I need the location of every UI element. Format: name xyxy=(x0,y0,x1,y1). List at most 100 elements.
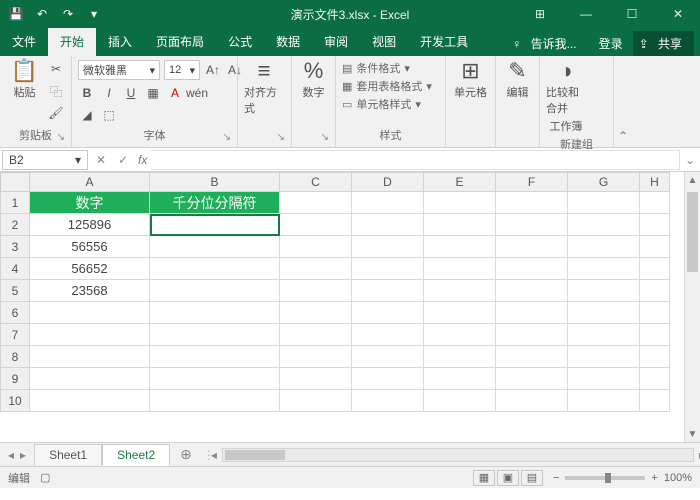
cell[interactable] xyxy=(568,368,640,390)
cell[interactable] xyxy=(568,302,640,324)
col-header[interactable]: B xyxy=(150,172,280,192)
cell[interactable] xyxy=(496,368,568,390)
scroll-thumb[interactable] xyxy=(225,450,285,460)
tab-file[interactable]: 文件 xyxy=(0,28,48,56)
bold-button[interactable]: B xyxy=(78,84,96,102)
copy-icon[interactable]: ⿻ xyxy=(47,82,65,100)
collapse-ribbon-icon[interactable]: ⌃ xyxy=(614,56,632,147)
zoom-slider[interactable] xyxy=(565,476,645,480)
cell[interactable] xyxy=(30,390,150,412)
cell[interactable] xyxy=(568,258,640,280)
cell[interactable] xyxy=(280,302,352,324)
tab-insert[interactable]: 插入 xyxy=(96,28,144,56)
cell[interactable] xyxy=(30,368,150,390)
row-header[interactable]: 5 xyxy=(0,280,30,302)
tab-review[interactable]: 审阅 xyxy=(312,28,360,56)
cell[interactable] xyxy=(424,236,496,258)
tab-dev[interactable]: 开发工具 xyxy=(408,28,480,56)
add-sheet-icon[interactable]: ⊕ xyxy=(170,446,202,463)
cell-style-button[interactable]: ▭单元格样式 ▾ xyxy=(342,96,432,112)
cell[interactable] xyxy=(640,192,670,214)
underline-button[interactable]: U xyxy=(122,84,140,102)
number-button[interactable]: %数字 xyxy=(298,60,329,100)
cell[interactable] xyxy=(496,236,568,258)
cell[interactable] xyxy=(424,368,496,390)
accept-formula-icon[interactable]: ✓ xyxy=(112,153,134,167)
cell[interactable] xyxy=(280,346,352,368)
cell[interactable] xyxy=(150,236,280,258)
row-header[interactable]: 3 xyxy=(0,236,30,258)
font-color-icon[interactable]: A xyxy=(166,84,184,102)
cell[interactable] xyxy=(640,390,670,412)
cell[interactable] xyxy=(280,258,352,280)
tab-formula[interactable]: 公式 xyxy=(216,28,264,56)
increase-font-icon[interactable]: A↑ xyxy=(204,61,222,79)
col-header[interactable]: H xyxy=(640,172,670,192)
cell[interactable] xyxy=(150,258,280,280)
row-header[interactable]: 6 xyxy=(0,302,30,324)
cell[interactable] xyxy=(352,236,424,258)
maximize-icon[interactable]: ☐ xyxy=(610,0,654,28)
zoom-level[interactable]: 100% xyxy=(664,472,692,484)
cell[interactable] xyxy=(568,192,640,214)
cell[interactable] xyxy=(280,390,352,412)
cancel-formula-icon[interactable]: ✕ xyxy=(90,153,112,167)
phonetic-icon[interactable]: wén xyxy=(188,84,206,102)
save-icon[interactable]: 💾 xyxy=(8,7,24,21)
cell[interactable] xyxy=(568,214,640,236)
name-box[interactable]: B2▾ xyxy=(2,150,88,170)
cell[interactable] xyxy=(640,368,670,390)
login-button[interactable]: 登录 xyxy=(593,31,629,56)
cell[interactable] xyxy=(424,192,496,214)
cell[interactable] xyxy=(424,280,496,302)
cell[interactable] xyxy=(352,324,424,346)
cell[interactable] xyxy=(150,280,280,302)
cell[interactable] xyxy=(496,214,568,236)
select-all-corner[interactable] xyxy=(0,172,30,192)
zoom-out-icon[interactable]: − xyxy=(553,472,559,484)
cell[interactable] xyxy=(30,302,150,324)
compare-merge-button[interactable]: ◑比较和合并工作簿 xyxy=(546,60,586,134)
cell[interactable] xyxy=(352,302,424,324)
tab-layout[interactable]: 页面布局 xyxy=(144,28,216,56)
tell-me[interactable]: ♀ 告诉我... xyxy=(506,31,588,56)
cell[interactable] xyxy=(640,236,670,258)
cell[interactable] xyxy=(640,214,670,236)
cell[interactable] xyxy=(496,302,568,324)
cell[interactable] xyxy=(280,324,352,346)
cell[interactable] xyxy=(150,390,280,412)
cell[interactable]: 数字 xyxy=(30,192,150,214)
fill-color-icon[interactable]: ◢ xyxy=(78,106,96,124)
share-button[interactable]: ⇪ 共享 xyxy=(633,31,694,56)
horizontal-scrollbar[interactable]: ◂ ▸ xyxy=(222,448,694,462)
paste-button[interactable]: 📋粘贴 xyxy=(6,60,43,100)
cell[interactable] xyxy=(568,390,640,412)
cell[interactable] xyxy=(568,324,640,346)
row-header[interactable]: 2 xyxy=(0,214,30,236)
cell[interactable] xyxy=(150,324,280,346)
clipboard-launcher-icon[interactable]: ↘ xyxy=(57,132,65,143)
zoom-in-icon[interactable]: + xyxy=(651,472,657,484)
cell[interactable] xyxy=(424,346,496,368)
col-header[interactable]: E xyxy=(424,172,496,192)
page-layout-view-icon[interactable]: ▣ xyxy=(497,470,519,486)
cell[interactable] xyxy=(352,368,424,390)
number-launcher-icon[interactable]: ↘ xyxy=(321,132,329,143)
col-header[interactable]: C xyxy=(280,172,352,192)
cell[interactable]: 56556 xyxy=(30,236,150,258)
cell[interactable] xyxy=(352,192,424,214)
col-header[interactable]: A xyxy=(30,172,150,192)
cell[interactable] xyxy=(568,236,640,258)
cut-icon[interactable]: ✂ xyxy=(47,60,65,78)
cell[interactable]: 千分位分隔符 xyxy=(150,192,280,214)
cell[interactable] xyxy=(280,236,352,258)
cell[interactable]: 56652 xyxy=(30,258,150,280)
cell[interactable] xyxy=(640,302,670,324)
cell[interactable] xyxy=(424,258,496,280)
cell[interactable] xyxy=(150,302,280,324)
col-header[interactable]: D xyxy=(352,172,424,192)
minimize-icon[interactable]: ― xyxy=(564,0,608,28)
align-launcher-icon[interactable]: ↘ xyxy=(277,132,285,143)
scroll-thumb[interactable] xyxy=(687,192,698,272)
row-header[interactable]: 8 xyxy=(0,346,30,368)
